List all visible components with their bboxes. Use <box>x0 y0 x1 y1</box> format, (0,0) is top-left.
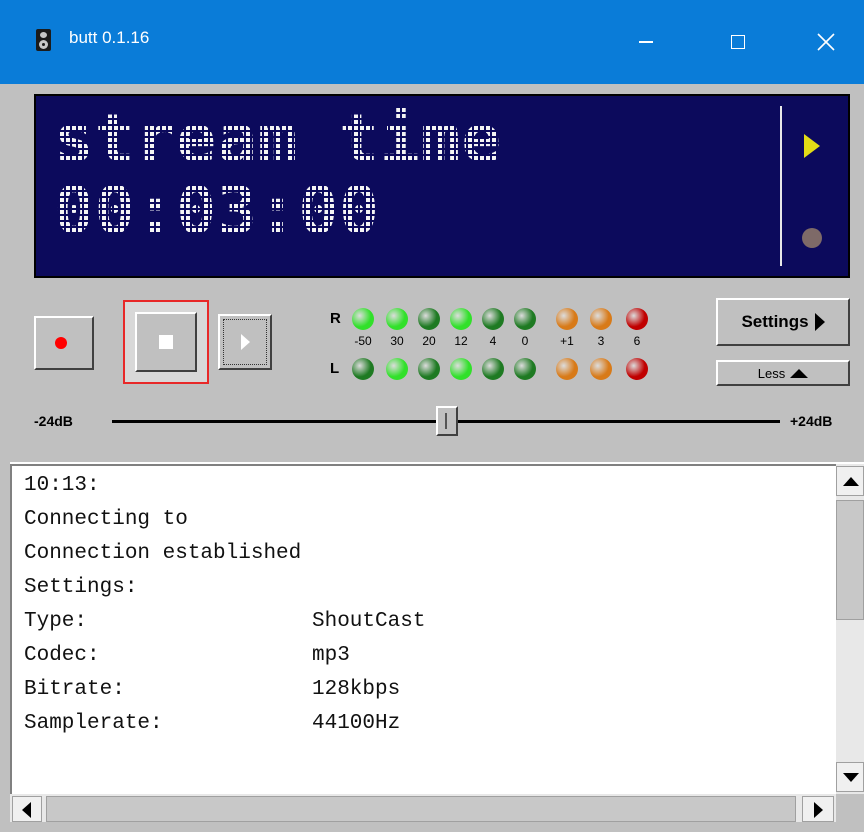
vu-scale-label: +1 <box>560 334 574 348</box>
less-button[interactable]: Less <box>716 360 850 386</box>
lcd-text-line1: stream time <box>54 100 503 177</box>
record-icon <box>55 337 67 349</box>
bottom-frame <box>0 822 864 832</box>
vu-right-led <box>590 308 612 330</box>
vu-scale-label: 12 <box>454 334 468 348</box>
vu-right-led <box>418 308 440 330</box>
log-setting-value: ShoutCast <box>312 610 426 633</box>
log-line: Settings: <box>24 576 138 599</box>
vu-right-led <box>514 308 536 330</box>
vu-left-led <box>418 358 440 380</box>
log-setting-key: Type: <box>24 610 88 633</box>
vu-right-led <box>386 308 408 330</box>
vu-left-led <box>626 358 648 380</box>
chevron-right-icon <box>814 313 825 331</box>
vu-right-led <box>450 308 472 330</box>
minimize-button[interactable] <box>608 0 684 84</box>
play-icon <box>241 334 250 350</box>
log-setting-key: Bitrate: <box>24 678 125 701</box>
vu-scale-label: -50 <box>354 334 372 348</box>
vu-scale-label: 4 <box>489 334 497 348</box>
vu-left-led <box>590 358 612 380</box>
volume-slider-thumb[interactable] <box>436 406 458 436</box>
log-line: Connection established <box>24 542 302 565</box>
scroll-left-button[interactable] <box>12 796 42 822</box>
vu-right-led <box>352 308 374 330</box>
log-output[interactable]: 10:13: Connecting to Connection establis… <box>10 464 836 794</box>
vu-left-led <box>556 358 578 380</box>
lcd-text-line2: 00:03:00 <box>54 172 380 249</box>
vu-left-label: L <box>330 360 340 377</box>
log-setting-value: 44100Hz <box>312 712 401 735</box>
log-line: 10:13: <box>24 474 100 497</box>
close-icon <box>817 33 835 51</box>
vu-right-led <box>626 308 648 330</box>
settings-label: Settings <box>741 312 809 331</box>
settings-button[interactable]: Settings <box>716 298 850 346</box>
vu-left-led <box>386 358 408 380</box>
play-button[interactable] <box>218 314 272 370</box>
volume-min-label: -24dB <box>34 413 73 429</box>
log-setting-value: mp3 <box>312 644 350 667</box>
log-setting-value: 128kbps <box>312 678 401 701</box>
less-label: Less <box>757 365 786 381</box>
log-setting-key: Codec: <box>24 644 100 667</box>
volume-max-label: +24dB <box>790 413 833 429</box>
vu-left-led <box>352 358 374 380</box>
scroll-right-button[interactable] <box>802 796 834 822</box>
vu-scale-label: 0 <box>521 334 529 348</box>
scroll-down-button[interactable] <box>836 762 864 792</box>
vu-right-label: R <box>330 310 341 327</box>
stop-icon <box>159 335 173 349</box>
vu-scale-label: 3 <box>597 334 605 348</box>
log-frame <box>0 462 10 832</box>
lcd-display[interactable]: stream time 00:03:00 <box>34 94 850 278</box>
vu-left-led <box>514 358 536 380</box>
play-triangle-icon <box>804 134 820 158</box>
title-bar: butt 0.1.16 <box>0 0 864 84</box>
scroll-corner <box>836 794 864 822</box>
log-line: Connecting to <box>24 508 188 531</box>
stop-button[interactable] <box>135 312 197 372</box>
vu-left-led <box>482 358 504 380</box>
vu-right-led <box>556 308 578 330</box>
chevron-up-icon <box>790 368 809 378</box>
vu-scale-label: 20 <box>422 334 436 348</box>
record-dot-icon <box>802 228 822 248</box>
maximize-button[interactable] <box>700 0 776 84</box>
log-setting-key: Samplerate: <box>24 712 163 735</box>
horizontal-scroll-thumb[interactable] <box>46 796 796 822</box>
vu-scale-label: 6 <box>633 334 641 348</box>
vertical-scroll-thumb[interactable] <box>836 500 864 620</box>
close-button[interactable] <box>788 0 864 84</box>
lcd-divider <box>780 106 782 266</box>
vu-left-led <box>450 358 472 380</box>
vu-scale-label: 30 <box>390 334 404 348</box>
vu-right-led <box>482 308 504 330</box>
record-button[interactable] <box>34 316 94 370</box>
speaker-icon <box>36 29 51 51</box>
scroll-up-button[interactable] <box>836 466 864 496</box>
window-title: butt 0.1.16 <box>69 28 150 47</box>
